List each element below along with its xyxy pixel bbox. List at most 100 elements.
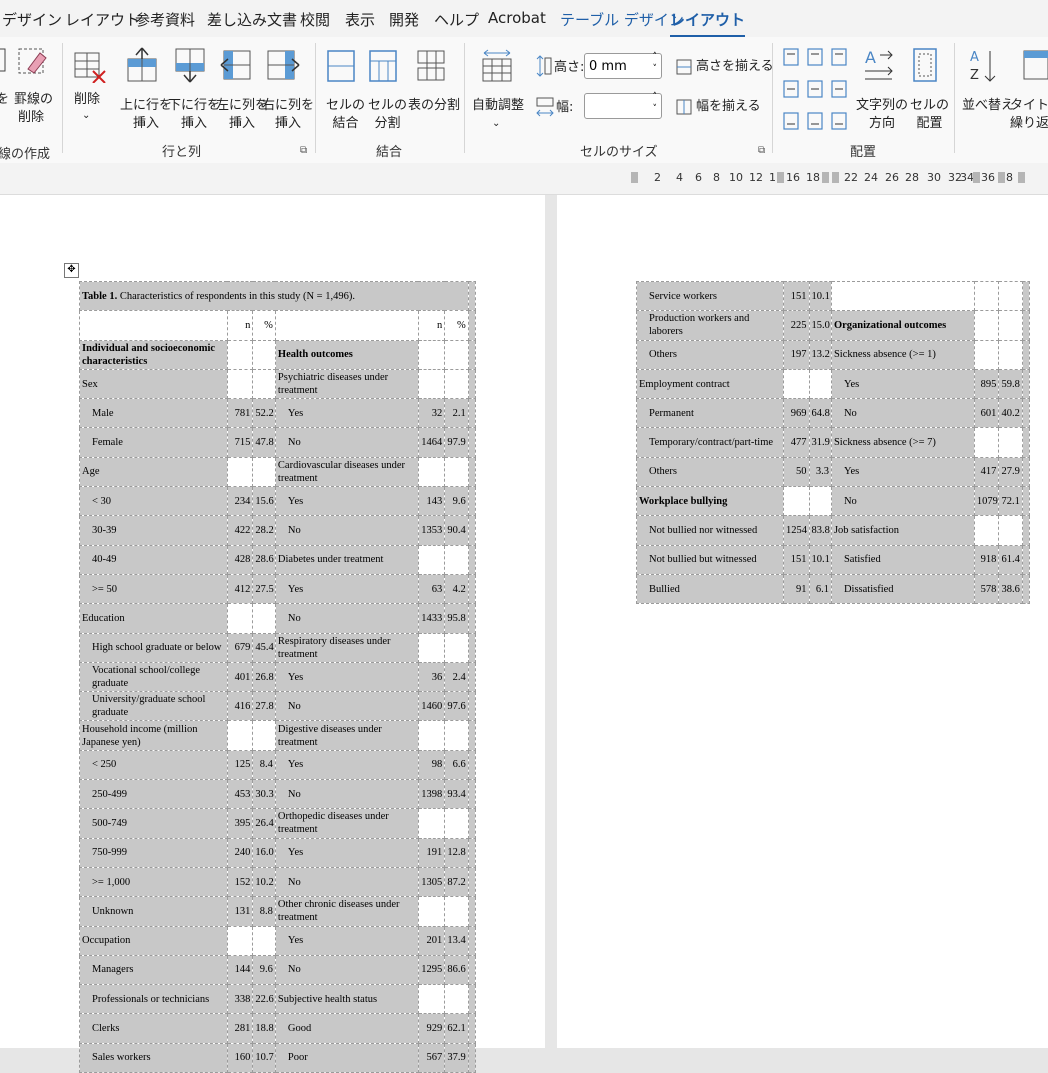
label-cell[interactable]: Digestive diseases under treatment — [274, 720, 419, 751]
value-cell[interactable] — [252, 339, 276, 370]
label-cell[interactable]: Vocational school/college graduate — [79, 661, 228, 693]
value-cell[interactable]: 47.8 — [252, 427, 276, 458]
align-buttons-icon[interactable] — [782, 47, 852, 139]
label-cell[interactable]: No — [830, 398, 975, 429]
tab-view[interactable]: 表示 — [345, 9, 375, 30]
cell-margins-button[interactable]: セルの 配置 — [906, 45, 949, 131]
tab-design[interactable]: デザイン — [2, 9, 62, 30]
value-cell[interactable]: 8.8 — [252, 896, 276, 927]
value-cell[interactable]: 28.2 — [252, 515, 276, 546]
value-cell[interactable] — [226, 720, 254, 751]
value-cell[interactable]: 715 — [226, 427, 254, 458]
label-cell[interactable]: >= 1,000 — [79, 866, 228, 898]
label-cell[interactable]: Orthopedic diseases under treatment — [274, 808, 419, 839]
tab-review[interactable]: 校閲 — [300, 9, 330, 30]
value-cell[interactable]: 240 — [226, 837, 254, 868]
value-cell[interactable] — [444, 720, 469, 751]
value-cell[interactable] — [226, 339, 254, 370]
value-cell[interactable]: 412 — [226, 573, 254, 605]
value-cell[interactable]: 144 — [226, 954, 254, 986]
value-cell[interactable]: 143 — [417, 486, 446, 517]
label-cell[interactable]: Female — [79, 427, 228, 458]
value-cell[interactable]: 26.4 — [252, 808, 276, 839]
ruler-marker[interactable] — [973, 172, 980, 183]
value-cell[interactable] — [252, 925, 276, 956]
insert-col-right-button[interactable]: 右に列を 挿入 — [260, 45, 314, 131]
merge-cells-button[interactable]: セルの 結合 — [322, 45, 365, 131]
label-cell[interactable]: Male — [79, 398, 228, 429]
value-cell[interactable] — [226, 925, 254, 956]
value-cell[interactable]: 601 — [973, 398, 1000, 429]
value-cell[interactable]: 918 — [973, 544, 1000, 575]
value-cell[interactable]: 27.5 — [252, 573, 276, 605]
tab-table-layout[interactable]: レイアウト — [670, 9, 746, 38]
distribute-rows-button[interactable]: 高さを揃える — [676, 57, 774, 79]
label-cell[interactable]: Yes — [830, 456, 975, 488]
value-cell[interactable]: 1398 — [417, 779, 446, 810]
value-cell[interactable] — [808, 486, 832, 517]
value-cell[interactable] — [782, 368, 810, 400]
label-cell[interactable] — [830, 280, 975, 312]
value-cell[interactable] — [252, 603, 276, 634]
label-cell[interactable]: Clerks — [79, 1013, 228, 1044]
value-cell[interactable] — [252, 368, 276, 400]
value-cell[interactable]: 59.8 — [998, 368, 1023, 400]
text-direction-button[interactable]: A 文字列の 方向 — [856, 45, 908, 131]
label-cell[interactable]: Yes — [830, 368, 975, 400]
value-cell[interactable] — [998, 427, 1023, 458]
value-cell[interactable] — [417, 544, 446, 575]
value-cell[interactable] — [417, 339, 446, 370]
value-cell[interactable]: 4.2 — [444, 573, 469, 605]
value-cell[interactable] — [444, 456, 469, 488]
header-cell[interactable]: n — [417, 310, 446, 341]
value-cell[interactable]: 13.4 — [444, 925, 469, 956]
value-cell[interactable] — [417, 368, 446, 400]
label-cell[interactable]: No — [274, 954, 419, 986]
value-cell[interactable] — [252, 720, 276, 751]
value-cell[interactable]: 50 — [782, 456, 810, 488]
value-cell[interactable]: 26.8 — [252, 661, 276, 693]
ruler-marker[interactable] — [1018, 172, 1025, 183]
value-cell[interactable]: 86.6 — [444, 954, 469, 986]
table-move-handle-icon[interactable]: ✥ — [64, 263, 79, 278]
label-cell[interactable]: Dissatisfied — [830, 573, 975, 605]
value-cell[interactable] — [444, 368, 469, 400]
label-cell[interactable]: Not bullied but witnessed — [636, 544, 784, 575]
label-cell[interactable]: Permanent — [636, 398, 784, 429]
value-cell[interactable]: 225 — [782, 310, 810, 341]
value-cell[interactable]: 422 — [226, 515, 254, 546]
value-cell[interactable] — [782, 486, 810, 517]
label-cell[interactable]: Health outcomes — [274, 339, 419, 370]
tab-help[interactable]: ヘルプ — [434, 9, 479, 30]
label-cell[interactable]: Yes — [274, 661, 419, 693]
value-cell[interactable]: 338 — [226, 984, 254, 1015]
label-cell[interactable]: Workplace bullying — [636, 486, 784, 517]
value-cell[interactable] — [226, 603, 254, 634]
sort-button[interactable]: AZ 並べ替え — [960, 45, 1014, 131]
eraser-button[interactable]: 罫線の 削除 — [14, 45, 54, 125]
value-cell[interactable]: 1353 — [417, 515, 446, 546]
label-cell[interactable]: 30-39 — [79, 515, 228, 546]
label-cell[interactable]: Yes — [274, 486, 419, 517]
ruler-marker[interactable] — [998, 172, 1005, 183]
label-cell[interactable]: Cardiovascular diseases under treatment — [274, 456, 419, 488]
value-cell[interactable]: 895 — [973, 368, 1000, 400]
tab-references[interactable]: 参考資料 — [135, 9, 195, 30]
label-cell[interactable]: Household income (million Japanese yen) — [79, 720, 228, 751]
value-cell[interactable]: 63 — [417, 573, 446, 605]
horizontal-ruler[interactable]: 2 4 6 8 10 12 1 16 18 22 24 26 28 30 32 … — [0, 163, 1048, 195]
value-cell[interactable]: 6.6 — [444, 749, 469, 781]
dialog-launcher-icon[interactable]: ⧉ — [758, 145, 765, 156]
value-cell[interactable]: 234 — [226, 486, 254, 517]
label-cell[interactable]: Education — [79, 603, 228, 634]
value-cell[interactable]: 9.6 — [252, 954, 276, 986]
value-cell[interactable]: 781 — [226, 398, 254, 429]
label-cell[interactable]: Age — [79, 456, 228, 488]
table-1-continued[interactable]: Service workers 151 10.1 Production workers… — [636, 280, 1031, 605]
ruler-marker[interactable] — [822, 172, 829, 183]
value-cell[interactable]: 8.4 — [252, 749, 276, 781]
value-cell[interactable] — [808, 368, 832, 400]
label-cell[interactable]: Yes — [274, 749, 419, 781]
value-cell[interactable]: 10.1 — [808, 544, 832, 575]
value-cell[interactable] — [417, 720, 446, 751]
